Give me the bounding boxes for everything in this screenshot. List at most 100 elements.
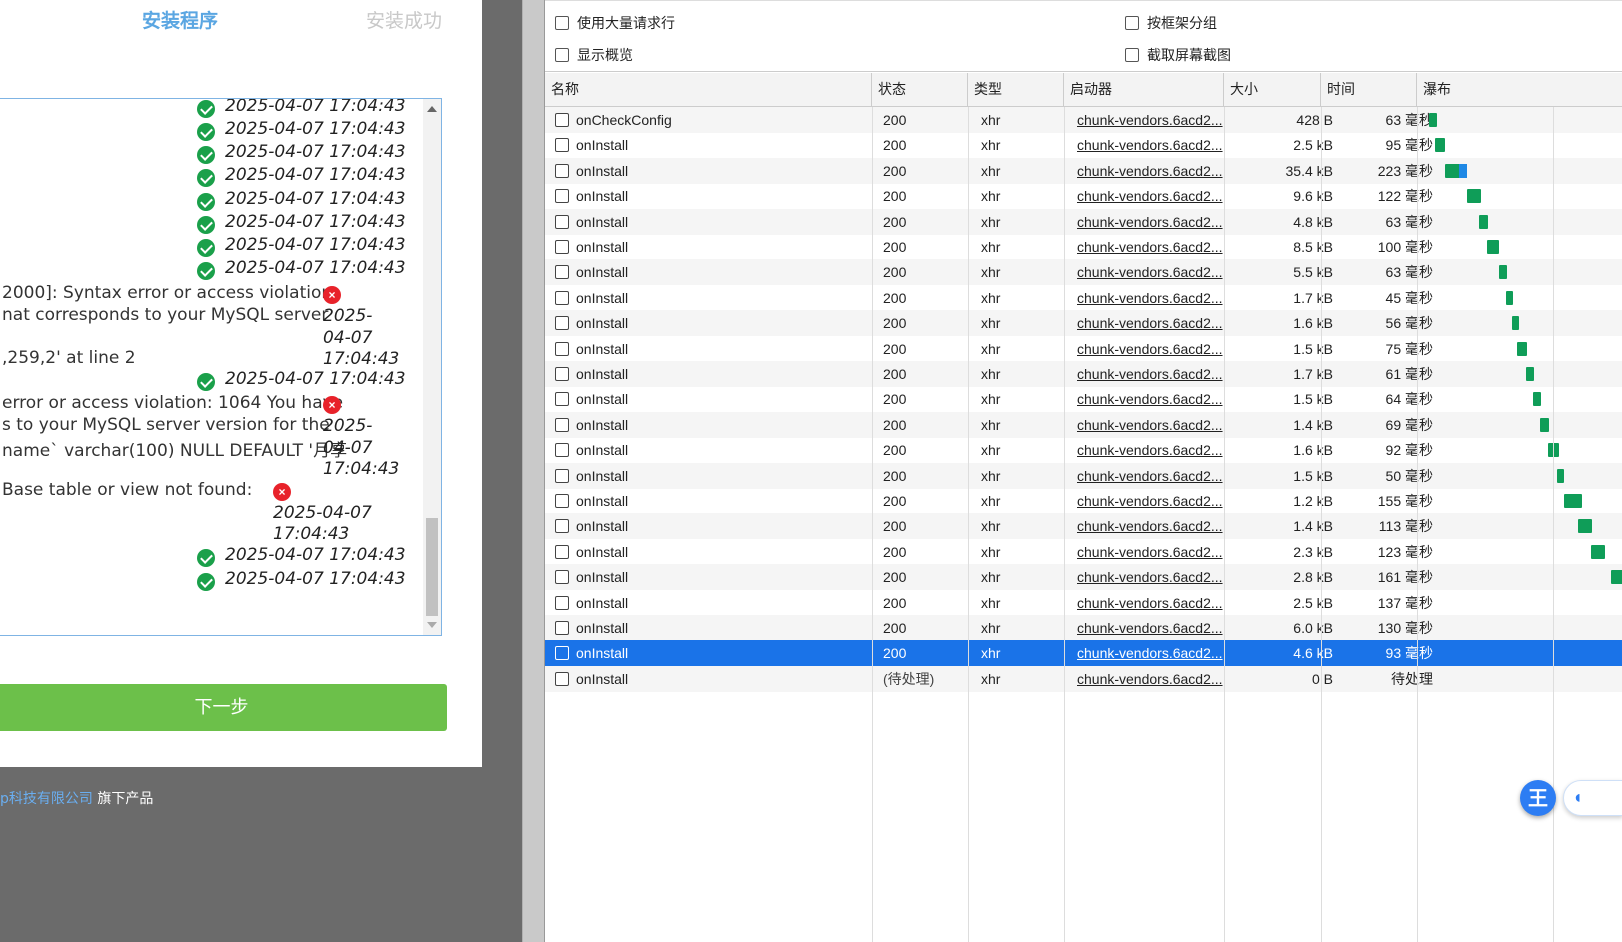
table-row[interactable]: onInstall 200 xhr chunk-vendors.6acd2... 2.5… [545,132,1622,158]
checkbox-icon[interactable] [555,544,569,559]
request-name-cell[interactable]: onInstall [555,234,871,260]
request-initiator-link[interactable]: chunk-vendors.6acd2... [1077,640,1235,666]
floating-assistant-tab[interactable]: ◖ [1563,780,1622,816]
waterfall-bar[interactable] [1540,417,1549,432]
request-initiator-link[interactable]: chunk-vendors.6acd2... [1077,234,1235,260]
request-initiator-link[interactable]: chunk-vendors.6acd2... [1077,361,1235,387]
checkbox-icon[interactable] [555,189,569,204]
request-initiator-link[interactable]: chunk-vendors.6acd2... [1077,437,1235,463]
request-initiator-link[interactable]: chunk-vendors.6acd2... [1077,666,1235,692]
request-initiator-link[interactable]: chunk-vendors.6acd2... [1077,132,1235,158]
checkbox-icon[interactable] [555,316,569,331]
waterfall-bar[interactable] [1429,113,1437,127]
table-row[interactable]: onInstall 200 xhr chunk-vendors.6acd2... 1.5… [545,336,1622,362]
column-header-initiator[interactable]: 启动器 [1064,73,1224,107]
waterfall-bar[interactable] [1487,240,1499,254]
request-name-cell[interactable]: onInstall [555,310,871,336]
overview-option[interactable]: 显示概览 [555,45,633,65]
waterfall-bar[interactable] [1467,189,1481,204]
install-log[interactable]: 2025-04-07 17:04:43 2025-04-07 17:04:43 … [0,98,442,636]
footer-company-link[interactable]: p科技有限公司 [0,791,93,807]
table-row[interactable]: onInstall (待处理) xhr chunk-vendors.6acd2... 0… [545,665,1622,692]
scroll-up-arrow-icon[interactable] [427,106,437,112]
request-initiator-link[interactable]: chunk-vendors.6acd2... [1077,107,1235,133]
checkbox-icon[interactable] [555,113,569,127]
table-row[interactable]: onInstall 200 xhr chunk-vendors.6acd2... 1.7… [545,361,1622,387]
table-row[interactable]: onInstall 200 xhr chunk-vendors.6acd2... 4.6… [545,640,1622,667]
request-name-cell[interactable]: onInstall [555,259,871,285]
request-name-cell[interactable]: onCheckConfig [555,107,871,133]
checkbox-icon[interactable] [555,341,569,356]
request-initiator-link[interactable]: chunk-vendors.6acd2... [1077,463,1235,489]
checkbox-icon[interactable] [555,48,569,62]
request-name-cell[interactable]: onInstall [555,361,871,387]
waterfall-bar[interactable] [1564,494,1582,508]
table-row[interactable]: onInstall 200 xhr chunk-vendors.6acd2... 2.8… [545,564,1622,591]
request-name-cell[interactable]: onInstall [555,386,871,412]
column-header-type[interactable]: 类型 [968,73,1064,107]
request-name-cell[interactable]: onInstall [555,539,871,565]
request-initiator-link[interactable]: chunk-vendors.6acd2... [1077,513,1235,539]
waterfall-bar[interactable] [1512,316,1519,331]
request-initiator-link[interactable]: chunk-vendors.6acd2... [1077,158,1235,184]
column-header-name[interactable]: 名称 [545,73,872,107]
request-initiator-link[interactable]: chunk-vendors.6acd2... [1077,488,1235,514]
scroll-thumb[interactable] [426,518,438,616]
waterfall-bar[interactable] [1445,163,1467,178]
checkbox-icon[interactable] [555,646,569,661]
table-row[interactable]: onInstall 200 xhr chunk-vendors.6acd2... 1.4… [545,411,1622,438]
column-header-status[interactable]: 状态 [872,73,968,107]
large-rows-option[interactable]: 使用大量请求行 [555,13,675,33]
table-row[interactable]: onInstall 200 xhr chunk-vendors.6acd2... 35.… [545,157,1622,184]
table-row[interactable]: onInstall 200 xhr chunk-vendors.6acd2... 5.5… [545,259,1622,286]
request-initiator-link[interactable]: chunk-vendors.6acd2... [1077,183,1235,209]
waterfall-bar[interactable] [1526,367,1534,381]
checkbox-icon[interactable] [555,494,569,508]
request-name-cell[interactable]: onInstall [555,158,871,184]
waterfall-bar[interactable] [1533,392,1541,407]
request-name-cell[interactable]: onInstall [555,132,871,158]
table-row[interactable]: onInstall 200 xhr chunk-vendors.6acd2... 1.7… [545,285,1622,311]
next-step-button[interactable]: 下一步 [0,684,447,731]
request-initiator-link[interactable]: chunk-vendors.6acd2... [1077,412,1235,438]
waterfall-bar[interactable] [1479,214,1488,229]
panel-splitter[interactable] [522,0,544,942]
column-header-size[interactable]: 大小 [1224,73,1321,107]
group-by-frame-option[interactable]: 按框架分组 [1125,13,1217,33]
checkbox-icon[interactable] [555,163,569,178]
waterfall-bar[interactable] [1435,138,1445,153]
request-name-cell[interactable]: onInstall [555,412,871,438]
request-initiator-link[interactable]: chunk-vendors.6acd2... [1077,285,1235,311]
request-name-cell[interactable]: onInstall [555,640,871,666]
request-name-cell[interactable]: onInstall [555,564,871,590]
scroll-down-arrow-icon[interactable] [427,622,437,628]
request-name-cell[interactable]: onInstall [555,590,871,616]
checkbox-icon[interactable] [555,621,569,635]
checkbox-icon[interactable] [555,138,569,153]
checkbox-icon[interactable] [1125,48,1139,62]
column-header-waterfall[interactable]: 瀑布 [1417,73,1622,107]
request-initiator-link[interactable]: chunk-vendors.6acd2... [1077,615,1235,641]
checkbox-icon[interactable] [555,468,569,483]
log-scrollbar[interactable] [423,99,441,635]
request-initiator-link[interactable]: chunk-vendors.6acd2... [1077,209,1235,235]
checkbox-icon[interactable] [555,417,569,432]
checkbox-icon[interactable] [1125,16,1139,30]
table-row[interactable]: onInstall 200 xhr chunk-vendors.6acd2... 1.4… [545,513,1622,540]
checkbox-icon[interactable] [555,265,569,280]
request-initiator-link[interactable]: chunk-vendors.6acd2... [1077,310,1235,336]
table-row[interactable]: onInstall 200 xhr chunk-vendors.6acd2... 1.2… [545,488,1622,514]
checkbox-icon[interactable] [555,240,569,254]
request-name-cell[interactable]: onInstall [555,285,871,311]
table-row[interactable]: onInstall 200 xhr chunk-vendors.6acd2... 1.5… [545,462,1622,489]
waterfall-bar[interactable] [1557,468,1564,483]
checkbox-icon[interactable] [555,671,569,686]
checkbox-icon[interactable] [555,519,569,534]
request-name-cell[interactable]: onInstall [555,209,871,235]
checkbox-icon[interactable] [555,595,569,610]
waterfall-bar[interactable] [1611,570,1622,585]
checkbox-icon[interactable] [555,290,569,305]
request-name-cell[interactable]: onInstall [555,488,871,514]
table-row[interactable]: onInstall 200 xhr chunk-vendors.6acd2... 2.5… [545,590,1622,616]
checkbox-icon[interactable] [555,570,569,585]
